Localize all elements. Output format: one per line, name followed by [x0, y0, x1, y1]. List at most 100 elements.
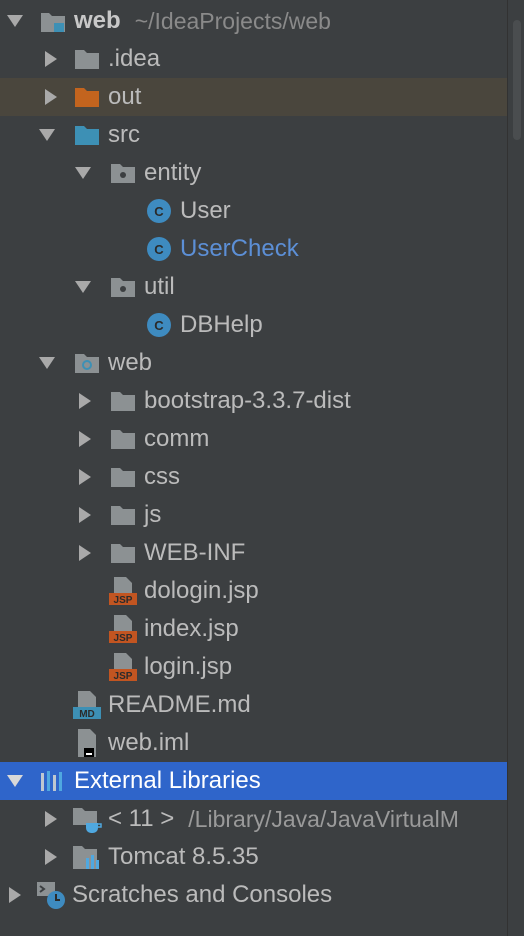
svg-text:JSP: JSP	[114, 633, 133, 644]
class-icon: C	[144, 310, 174, 340]
source-folder-icon	[72, 120, 102, 150]
tree-item-label: js	[144, 501, 162, 528]
tree-item-label: login.jsp	[144, 653, 233, 680]
tree-item-label: < 11 >	[108, 805, 175, 832]
tree-item-external-libraries[interactable]: External Libraries	[0, 762, 508, 800]
libraries-icon	[38, 766, 68, 796]
tree-item-label: util	[144, 273, 175, 300]
folder-icon	[108, 462, 138, 492]
tree-item-comm[interactable]: comm	[0, 420, 508, 458]
folder-icon	[108, 500, 138, 530]
chevron-right-icon[interactable]	[38, 84, 64, 110]
svg-text:C: C	[154, 318, 164, 333]
tree-item-user[interactable]: C User	[0, 192, 508, 230]
class-icon: C	[144, 234, 174, 264]
chevron-right-icon[interactable]	[72, 426, 98, 452]
chevron-down-icon[interactable]	[34, 122, 60, 148]
jsp-file-icon: JSP	[108, 576, 138, 606]
tree-item-label: src	[108, 121, 140, 148]
tree-item-index[interactable]: JSP index.jsp	[0, 610, 508, 648]
jdk-icon	[72, 804, 102, 834]
svg-text:C: C	[154, 204, 164, 219]
tree-item-dologin[interactable]: JSP dologin.jsp	[0, 572, 508, 610]
tree-item-label: css	[144, 463, 180, 490]
tree-item-readme[interactable]: MD README.md	[0, 686, 508, 724]
svg-text:MD: MD	[79, 709, 95, 720]
tree-item-src[interactable]: src	[0, 116, 508, 154]
chevron-right-icon[interactable]	[72, 502, 98, 528]
tree-item-bootstrap[interactable]: bootstrap-3.3.7-dist	[0, 382, 508, 420]
chevron-down-icon[interactable]	[70, 160, 96, 186]
project-path: ~/IdeaProjects/web	[134, 7, 331, 34]
tomcat-icon	[72, 842, 102, 872]
tree-item-idea[interactable]: .idea	[0, 40, 508, 78]
tree-item-tomcat[interactable]: Tomcat 8.5.35	[0, 838, 508, 876]
svg-text:C: C	[154, 242, 164, 257]
svg-text:JSP: JSP	[114, 671, 133, 682]
excluded-folder-icon	[72, 82, 102, 112]
tree-item-label: Tomcat 8.5.35	[108, 843, 259, 870]
tree-item-label: UserCheck	[180, 235, 299, 262]
tree-item-usercheck[interactable]: C UserCheck	[0, 230, 508, 268]
chevron-right-icon[interactable]	[38, 806, 64, 832]
chevron-right-icon[interactable]	[2, 882, 28, 908]
tree-item-label: entity	[144, 159, 202, 186]
tree-item-label: WEB-INF	[144, 539, 246, 566]
chevron-right-icon[interactable]	[72, 540, 98, 566]
tree-item-label: README.md	[108, 691, 251, 718]
folder-icon	[108, 424, 138, 454]
chevron-down-icon[interactable]	[34, 350, 60, 376]
chevron-down-icon[interactable]	[2, 768, 28, 794]
tree-item-scratches[interactable]: Scratches and Consoles	[0, 876, 508, 914]
folder-icon	[72, 44, 102, 74]
markdown-file-icon: MD	[72, 690, 102, 720]
tree-item-label: web.iml	[108, 729, 190, 756]
tree-item-label: User	[180, 197, 231, 224]
folder-icon	[108, 386, 138, 416]
package-icon	[108, 158, 138, 188]
iml-file-icon	[72, 728, 102, 758]
vertical-scrollbar[interactable]	[507, 0, 524, 936]
chevron-down-icon[interactable]	[2, 8, 28, 34]
tree-item-out[interactable]: out	[0, 78, 508, 116]
folder-icon	[108, 538, 138, 568]
jsp-file-icon: JSP	[108, 652, 138, 682]
tree-item-label: comm	[144, 425, 210, 452]
jsp-file-icon: JSP	[108, 614, 138, 644]
jdk-path: /Library/Java/JavaVirtualM	[188, 805, 459, 832]
tree-item-label: index.jsp	[144, 615, 239, 642]
tree-item-label: dologin.jsp	[144, 577, 259, 604]
scrollbar-thumb[interactable]	[513, 20, 521, 140]
project-tree: web ~/IdeaProjects/web .idea out src ent…	[0, 0, 508, 936]
tree-item-js[interactable]: js	[0, 496, 508, 534]
tree-item-dbhelp[interactable]: C DBHelp	[0, 306, 508, 344]
chevron-right-icon[interactable]	[38, 844, 64, 870]
tree-item-label: DBHelp	[180, 311, 263, 338]
tree-item-label: External Libraries	[74, 767, 261, 794]
class-icon: C	[144, 196, 174, 226]
svg-text:JSP: JSP	[114, 595, 133, 606]
tree-item-web[interactable]: web	[0, 344, 508, 382]
module-folder-icon	[38, 6, 68, 36]
chevron-right-icon[interactable]	[72, 464, 98, 490]
web-folder-icon	[72, 348, 102, 378]
tree-item-css[interactable]: css	[0, 458, 508, 496]
tree-item-label: Scratches and Consoles	[72, 881, 333, 908]
chevron-right-icon[interactable]	[72, 388, 98, 414]
scratches-icon	[36, 880, 66, 910]
tree-item-entity[interactable]: entity	[0, 154, 508, 192]
tree-item-label: .idea	[108, 45, 161, 72]
tree-item-login[interactable]: JSP login.jsp	[0, 648, 508, 686]
tree-item-web-iml[interactable]: web.iml	[0, 724, 508, 762]
tree-item-jdk[interactable]: < 11 > /Library/Java/JavaVirtualM	[0, 800, 508, 838]
tree-item-util[interactable]: util	[0, 268, 508, 306]
chevron-down-icon[interactable]	[70, 274, 96, 300]
tree-item-label: web	[108, 349, 153, 376]
tree-item-web-root[interactable]: web ~/IdeaProjects/web	[0, 2, 508, 40]
package-icon	[108, 272, 138, 302]
tree-item-web-inf[interactable]: WEB-INF	[0, 534, 508, 572]
chevron-right-icon[interactable]	[38, 46, 64, 72]
tree-item-label: bootstrap-3.3.7-dist	[144, 387, 351, 414]
tree-item-label: web	[74, 7, 121, 34]
tree-item-label: out	[108, 83, 142, 110]
